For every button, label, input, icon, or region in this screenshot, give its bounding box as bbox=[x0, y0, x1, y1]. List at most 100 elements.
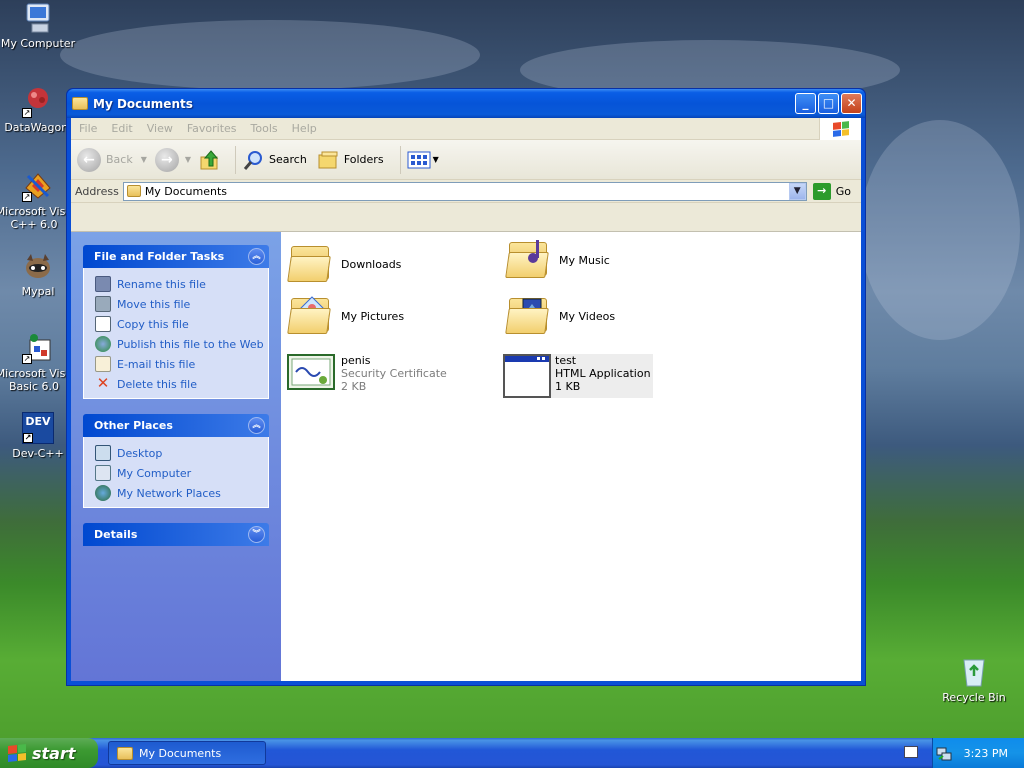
menu-view[interactable]: View bbox=[140, 122, 180, 135]
keyboard-icon[interactable] bbox=[904, 746, 918, 758]
task-move[interactable]: Move this file bbox=[95, 294, 268, 314]
desktop-icon-my-computer[interactable]: My Computer bbox=[0, 2, 78, 50]
menu-edit[interactable]: Edit bbox=[104, 122, 139, 135]
place-my-computer[interactable]: My Computer bbox=[95, 463, 268, 483]
address-bar: Address My Documents ▼ → Go bbox=[71, 180, 861, 203]
task-publish[interactable]: Publish this file to the Web bbox=[95, 334, 268, 354]
maximize-button[interactable]: □ bbox=[818, 93, 839, 114]
menu-tools[interactable]: Tools bbox=[244, 122, 285, 135]
minimize-button[interactable]: _ bbox=[795, 93, 816, 114]
task-label: Move this file bbox=[117, 297, 191, 311]
pictures-folder-icon bbox=[287, 296, 333, 336]
videos-folder-icon bbox=[505, 296, 551, 336]
desktop-icon-label: Microsoft Visu Basic 6.0 bbox=[0, 367, 73, 393]
devcpp-icon: DEV ↗ bbox=[22, 412, 54, 444]
folder-icon bbox=[287, 244, 333, 284]
task-delete[interactable]: ✕ Delete this file bbox=[95, 374, 268, 394]
menu-file[interactable]: File bbox=[71, 122, 104, 135]
taskbar-window-label: My Documents bbox=[139, 746, 222, 760]
shortcut-arrow-icon: ↗ bbox=[22, 192, 32, 202]
collapse-chevron-icon[interactable]: ︽ bbox=[248, 248, 265, 265]
go-button[interactable]: → Go bbox=[807, 182, 861, 200]
file-type: HTML Application bbox=[555, 367, 651, 380]
taskbar: start My Documents 3:23 PM bbox=[0, 738, 1024, 768]
menu-bar: File Edit View Favorites Tools Help bbox=[71, 118, 861, 140]
folder-my-music[interactable]: My Music bbox=[505, 240, 610, 280]
folder-icon bbox=[72, 97, 88, 110]
toolbar-separator bbox=[235, 145, 237, 174]
place-label: My Network Places bbox=[117, 486, 221, 500]
desktop-icon-recycle-bin[interactable]: Recycle Bin bbox=[934, 656, 1014, 704]
back-button[interactable]: ← Back ▼ bbox=[77, 147, 147, 172]
forward-dropdown-icon[interactable]: ▼ bbox=[185, 155, 191, 164]
menu-help[interactable]: Help bbox=[285, 122, 324, 135]
other-places-header[interactable]: Other Places ︽ bbox=[83, 414, 269, 437]
window-title: My Documents bbox=[93, 96, 193, 111]
file-name: penis bbox=[341, 354, 371, 367]
folder-icon bbox=[117, 746, 133, 760]
folder-icon bbox=[126, 185, 141, 197]
folders-button[interactable]: Folders bbox=[317, 150, 384, 170]
menu-favorites[interactable]: Favorites bbox=[180, 122, 244, 135]
window-body: File Edit View Favorites Tools Help ← Ba… bbox=[71, 118, 861, 681]
expand-chevron-icon[interactable]: ︾ bbox=[248, 526, 265, 543]
back-label: Back bbox=[106, 153, 133, 166]
forward-button[interactable]: → ▼ bbox=[154, 147, 191, 172]
certificate-icon bbox=[287, 354, 335, 390]
task-rename[interactable]: Rename this file bbox=[95, 274, 268, 294]
details-header[interactable]: Details ︾ bbox=[83, 523, 269, 546]
file-size: 1 KB bbox=[555, 380, 581, 393]
dev-badge: DEV bbox=[25, 415, 51, 428]
back-arrow-icon: ← bbox=[77, 147, 101, 172]
desktop-icon bbox=[95, 445, 111, 461]
views-dropdown-icon: ▼ bbox=[432, 155, 439, 164]
network-tray-icon[interactable] bbox=[936, 745, 952, 761]
search-label: Search bbox=[269, 153, 307, 166]
address-dropdown-icon[interactable]: ▼ bbox=[788, 182, 806, 200]
go-label: Go bbox=[835, 184, 851, 198]
search-button[interactable]: Search bbox=[242, 149, 307, 171]
html-application-icon bbox=[503, 354, 551, 398]
place-network[interactable]: My Network Places bbox=[95, 483, 268, 503]
file-type: Security Certificate bbox=[341, 367, 447, 380]
views-button[interactable]: ▼ bbox=[407, 151, 439, 169]
msvb-icon: ↗ bbox=[22, 332, 54, 364]
place-label: Desktop bbox=[117, 446, 163, 460]
file-folder-tasks-header[interactable]: File and Folder Tasks ︽ bbox=[83, 245, 269, 268]
task-copy[interactable]: Copy this file bbox=[95, 314, 268, 334]
clock[interactable]: 3:23 PM bbox=[964, 747, 1008, 760]
task-email[interactable]: E-mail this file bbox=[95, 354, 268, 374]
title-bar[interactable]: My Documents _ □ ✕ bbox=[67, 89, 865, 118]
network-icon bbox=[95, 485, 111, 501]
shortcut-arrow-icon: ↗ bbox=[23, 433, 33, 443]
task-pane: File and Folder Tasks ︽ Rename this file… bbox=[71, 232, 281, 681]
music-folder-icon bbox=[505, 240, 551, 280]
toolbar: ← Back ▼ → ▼ Search Folders ▼ bbox=[71, 140, 861, 180]
computer-icon bbox=[22, 2, 54, 34]
msvc-icon: ↗ bbox=[22, 170, 54, 202]
place-desktop[interactable]: Desktop bbox=[95, 443, 268, 463]
collapse-chevron-icon[interactable]: ︽ bbox=[248, 417, 265, 434]
folder-my-pictures[interactable]: My Pictures bbox=[287, 296, 404, 336]
go-arrow-icon: → bbox=[812, 182, 831, 200]
copy-icon bbox=[95, 316, 111, 332]
explorer-window[interactable]: My Documents _ □ ✕ File Edit View Favori… bbox=[66, 88, 866, 686]
up-button[interactable] bbox=[199, 149, 221, 171]
back-dropdown-icon[interactable]: ▼ bbox=[141, 155, 147, 164]
address-input[interactable]: My Documents ▼ bbox=[122, 181, 807, 201]
email-icon bbox=[95, 356, 111, 372]
task-label: Delete this file bbox=[117, 377, 197, 391]
folder-my-videos[interactable]: My Videos bbox=[505, 296, 616, 336]
start-button[interactable]: start bbox=[0, 738, 98, 768]
file-view[interactable]: Downloads My Music My Pictures My Videos bbox=[281, 232, 861, 681]
desktop-icon-label: My Computer bbox=[0, 37, 76, 50]
taskbar-window-button[interactable]: My Documents bbox=[108, 741, 266, 765]
close-button[interactable]: ✕ bbox=[841, 93, 862, 114]
file-penis[interactable]: penis Security Certificate 2 KB bbox=[287, 354, 447, 393]
folder-downloads[interactable]: Downloads bbox=[287, 244, 401, 284]
task-label: Publish this file to the Web bbox=[117, 337, 264, 351]
folders-icon bbox=[318, 151, 338, 168]
file-name: My Videos bbox=[559, 309, 616, 323]
place-label: My Computer bbox=[117, 466, 192, 480]
file-test[interactable]: test HTML Application 1 KB bbox=[503, 354, 653, 398]
